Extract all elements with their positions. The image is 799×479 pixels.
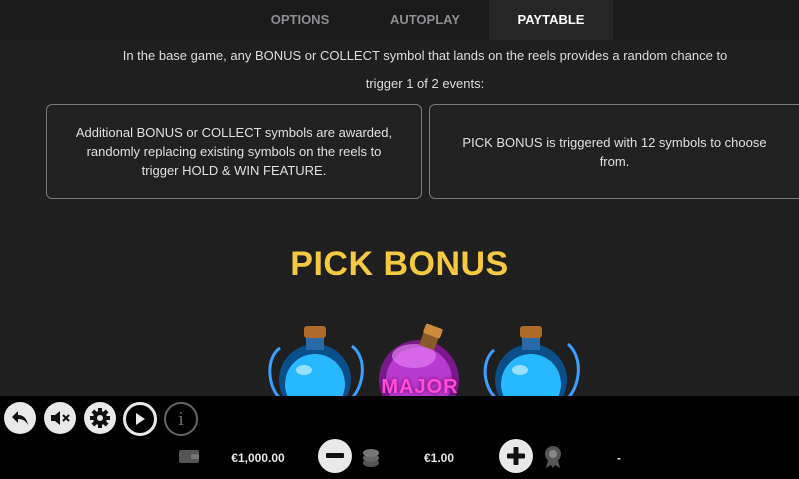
back-button[interactable] <box>4 402 36 434</box>
award-icon <box>545 446 561 468</box>
mute-icon <box>51 411 70 425</box>
event-card-text: PICK BONUS is triggered with 12 symbols … <box>462 134 767 169</box>
section-title-pick-bonus: PICK BONUS <box>290 245 509 283</box>
increase-bet-button[interactable] <box>499 439 533 473</box>
tab-bar: OPTIONS AUTOPLAY PAYTABLE <box>0 0 799 40</box>
intro-text: In the base game, any BONUS or COLLECT s… <box>122 48 728 63</box>
tab-paytable[interactable]: PAYTABLE <box>489 0 613 40</box>
play-icon <box>136 413 145 425</box>
gear-icon <box>90 408 110 428</box>
event-card-hold-and-win: Additional BONUS or COLLECT symbols are … <box>46 104 422 199</box>
spin-button[interactable] <box>123 402 157 436</box>
wallet-icon <box>179 450 199 463</box>
info-button[interactable]: i <box>164 402 198 436</box>
event-card-pick-bonus: PICK BONUS is triggered with 12 symbols … <box>429 104 799 199</box>
plus-icon <box>507 447 525 465</box>
bottom-bar: i €1,000.00 €1.00 - <box>0 396 799 479</box>
decrease-bet-button[interactable] <box>318 439 352 473</box>
blue-potion-icon <box>268 326 364 396</box>
balance-value: €1,000.00 <box>231 451 285 465</box>
major-label: MAJOR <box>381 376 459 396</box>
win-value: - <box>617 451 621 465</box>
settings-button[interactable] <box>84 402 116 434</box>
tab-options[interactable]: OPTIONS <box>240 0 360 40</box>
blue-potion-icon <box>483 326 580 396</box>
pick-bonus-symbols: MAJOR <box>260 318 600 396</box>
coins-icon <box>363 449 379 467</box>
mute-button[interactable] <box>44 402 76 434</box>
intro-text-continued: trigger 1 of 2 events: <box>365 76 485 91</box>
info-icon: i <box>178 408 184 430</box>
event-card-text: Additional BONUS or COLLECT symbols are … <box>75 125 393 178</box>
back-icon <box>12 411 28 425</box>
bet-value: €1.00 <box>423 451 455 465</box>
tab-autoplay[interactable]: AUTOPLAY <box>365 0 485 40</box>
minus-icon <box>326 453 344 458</box>
